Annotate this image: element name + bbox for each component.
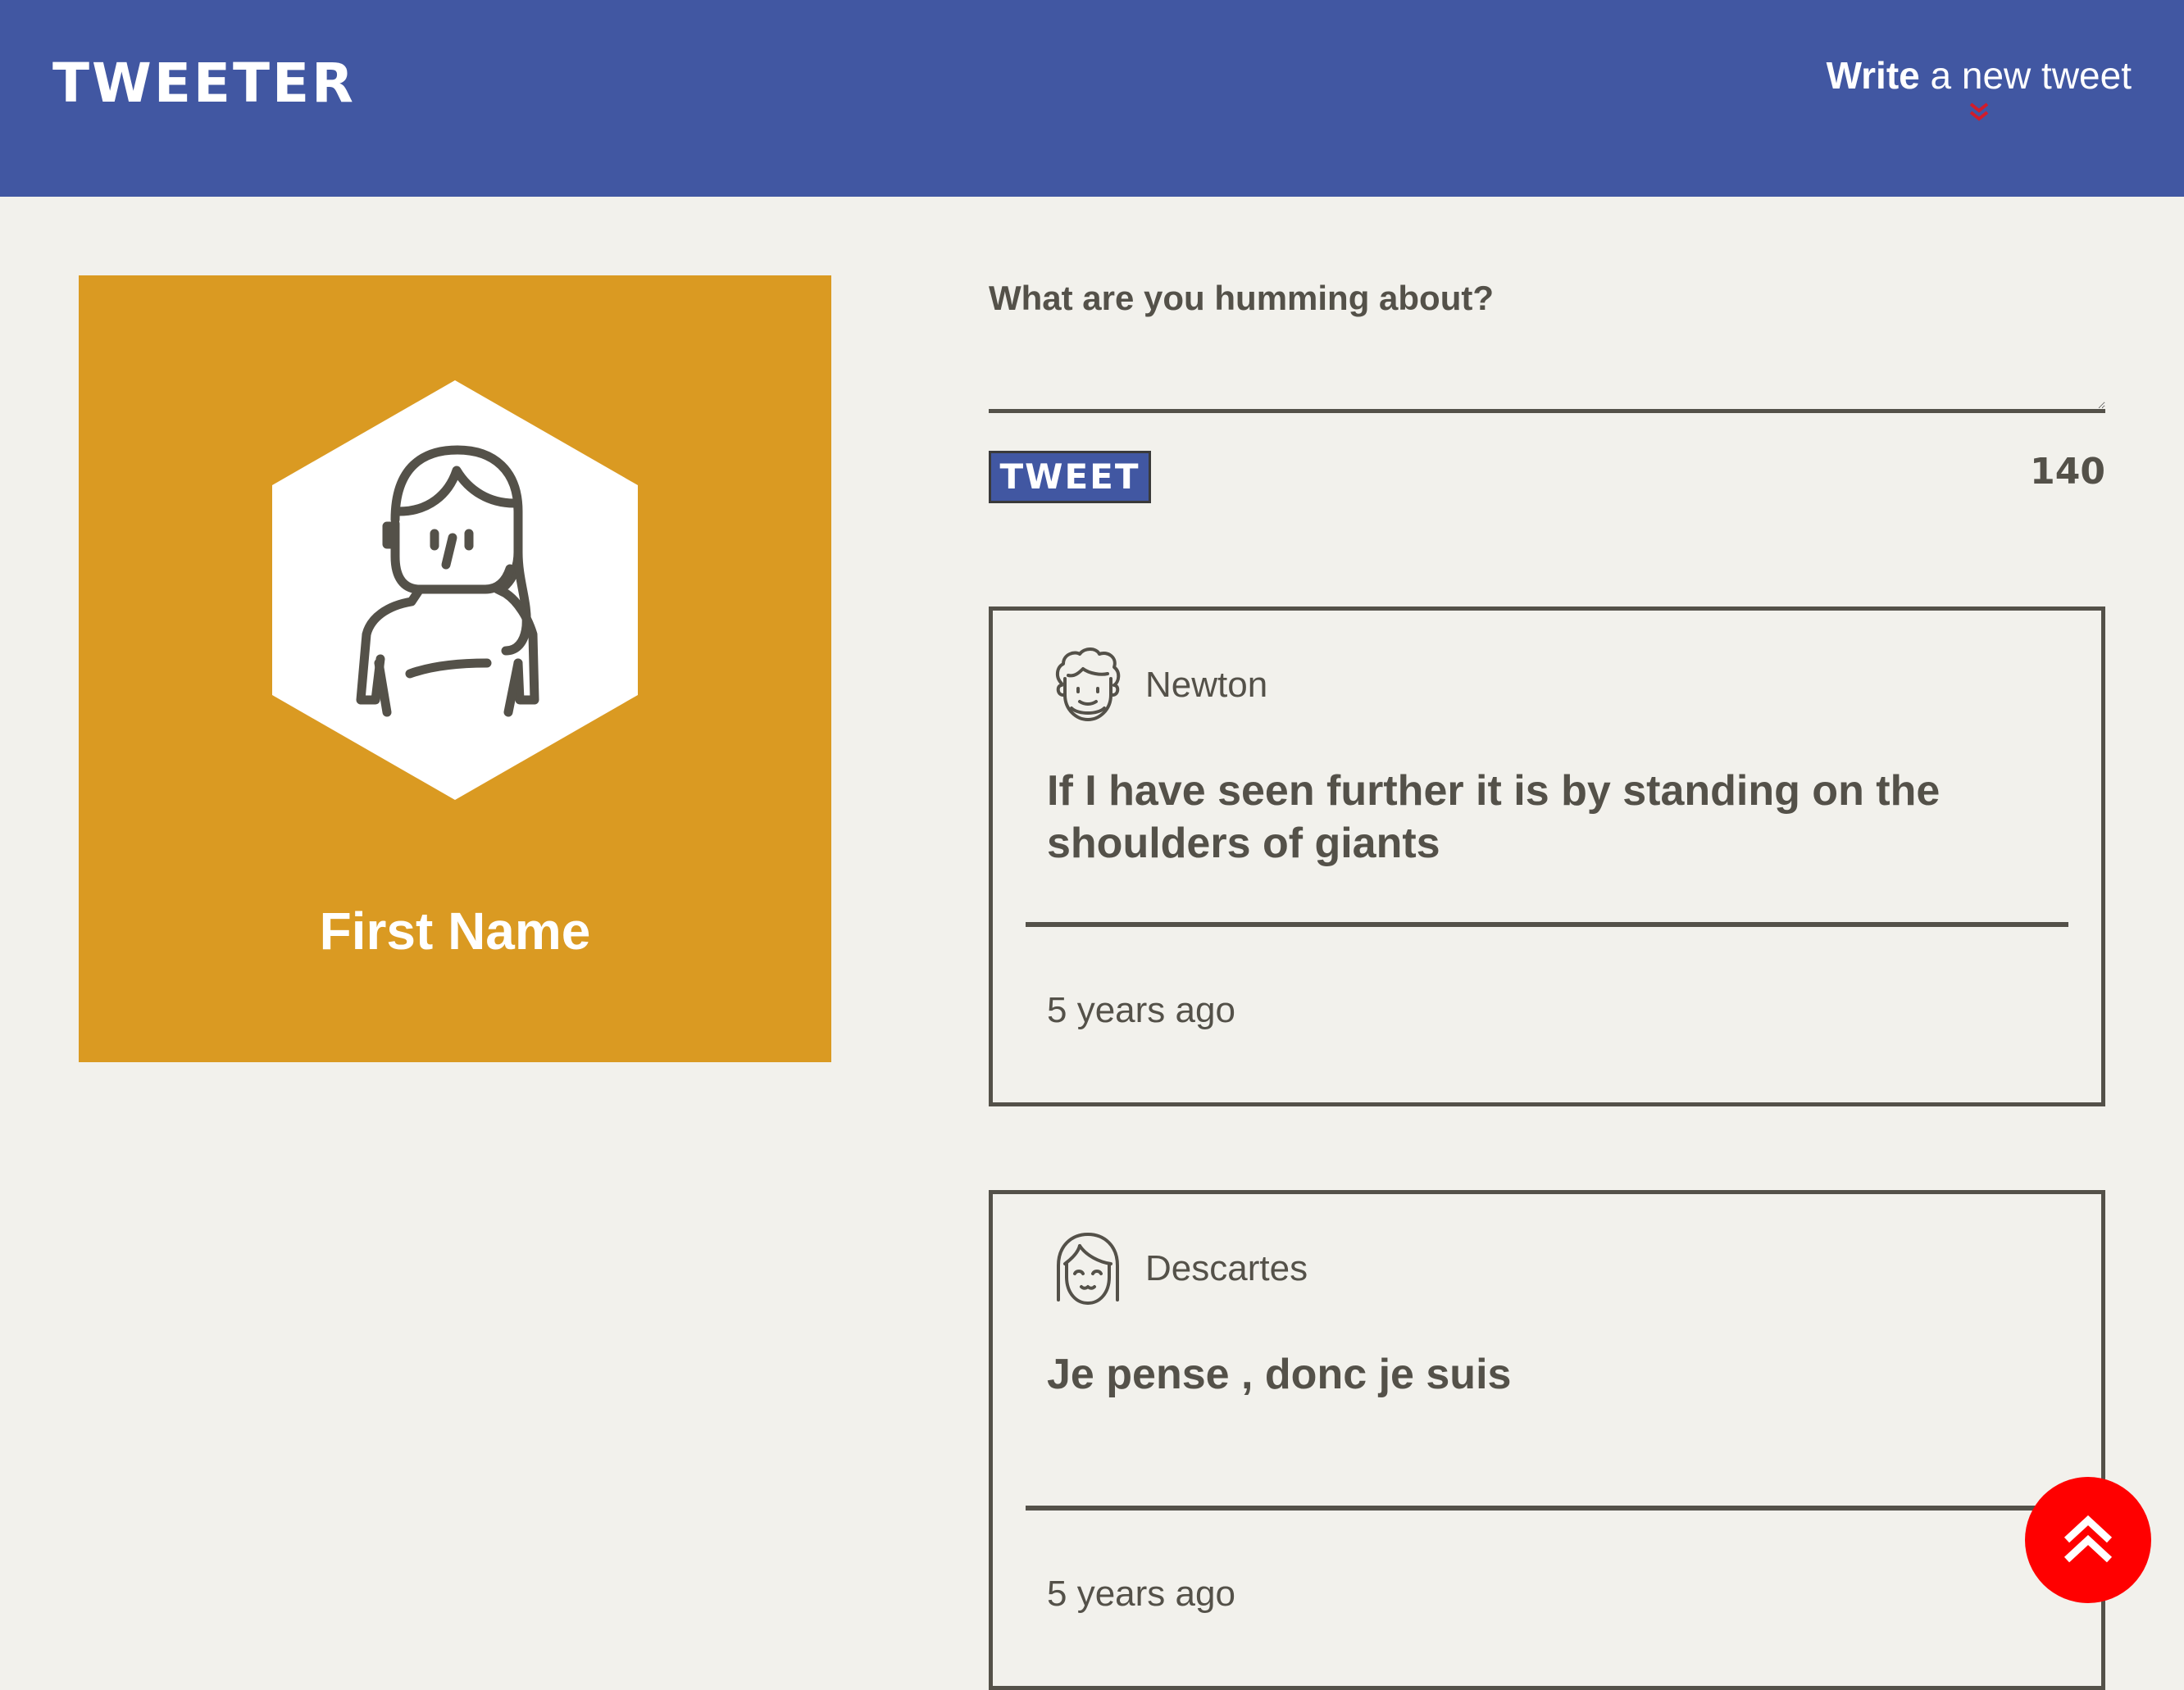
tweet-text: Je pense , donc je suis — [1047, 1351, 1512, 1398]
woman-avatar-icon — [272, 380, 638, 800]
write-new-tweet-bold: Write — [1826, 54, 1920, 97]
tweet-card: Descartes Je pense , donc je suis 5 year… — [989, 1190, 2105, 1690]
write-new-tweet-link[interactable]: Write a new tweet — [1827, 52, 2132, 123]
write-new-tweet-text: a new tweet — [1919, 54, 2132, 97]
chevron-double-up-icon — [2063, 1515, 2113, 1563]
profile-name: First Name — [319, 902, 591, 961]
tweet-text: If I have seen further it is by standing… — [1047, 767, 1941, 867]
tweet-timestamp: 5 years ago — [1047, 990, 1235, 1030]
composer-prompt: What are you humming about? — [989, 279, 1494, 317]
tweet-divider — [1026, 922, 2068, 927]
chevron-double-down-icon — [1969, 102, 1989, 121]
app-logo[interactable]: TWEETER — [52, 52, 356, 115]
tweet-card: Newton If I have seen further it is by s… — [989, 606, 2105, 1106]
tweet-composer: What are you humming about? TWEET 140 — [989, 275, 2105, 503]
profile-card: First Name — [79, 275, 831, 1062]
tweet-author[interactable]: Newton — [1145, 662, 1267, 708]
tweet-header: Descartes — [1047, 1224, 1308, 1314]
tweet-header: Newton — [1047, 640, 1267, 730]
char-counter: 140 — [2030, 451, 2105, 493]
tweet-button[interactable]: TWEET — [989, 451, 1151, 503]
bob-haired-woman-icon — [1057, 1233, 1119, 1305]
curly-haired-man-icon — [1056, 647, 1121, 721]
tweet-divider — [1026, 1506, 2068, 1511]
tweet-timestamp: 5 years ago — [1047, 1574, 1235, 1614]
top-nav-bar: TWEETER Write a new tweet — [0, 0, 2184, 197]
back-to-top-button[interactable] — [2025, 1477, 2151, 1603]
tweet-input[interactable] — [989, 341, 2105, 413]
tweet-author[interactable]: Descartes — [1145, 1246, 1308, 1292]
